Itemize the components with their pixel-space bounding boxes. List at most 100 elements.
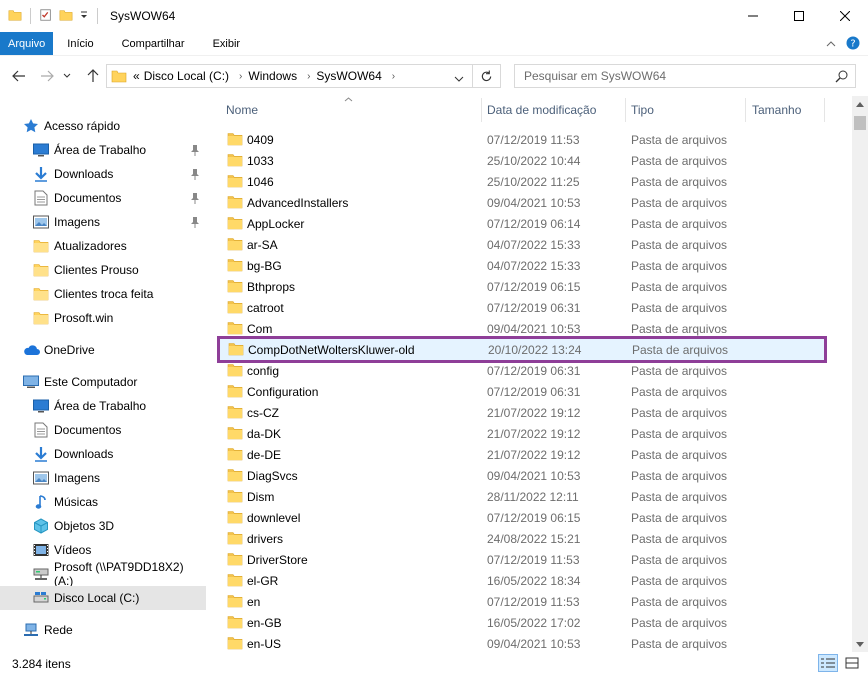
table-row[interactable]: config 07/12/2019 06:31 Pasta de arquivos (219, 360, 819, 381)
customize-toolbar-icon[interactable] (79, 9, 89, 23)
table-row[interactable]: en-GB 16/05/2022 17:02 Pasta de arquivos (219, 612, 819, 633)
scroll-up-icon[interactable] (852, 96, 868, 112)
table-row[interactable]: el-GR 16/05/2022 18:34 Pasta de arquivos (219, 570, 819, 591)
file-date: 04/07/2022 15:33 (487, 237, 581, 252)
sidebar-item[interactable]: Objetos 3D (0, 514, 206, 538)
sidebar-item[interactable]: Documentos (0, 186, 206, 210)
table-row[interactable]: DriverStore 07/12/2019 11:53 Pasta de arqu… (219, 549, 819, 570)
column-header-date[interactable]: Data de modificação (487, 96, 596, 124)
tab-exibir[interactable]: Exibir (199, 32, 255, 55)
chevron-right-icon[interactable]: › (307, 71, 310, 82)
sidebar-item[interactable]: Prosoft (\\PAT9DD18X2) (A:) (0, 560, 206, 588)
sidebar-item[interactable]: OneDrive (0, 338, 206, 362)
tab-inicio[interactable]: Início (53, 32, 107, 55)
sidebar-item[interactable]: Imagens (0, 210, 206, 234)
vertical-scrollbar[interactable] (852, 96, 868, 652)
file-type: Pasta de arquivos (631, 174, 728, 189)
file-type: Pasta de arquivos (631, 615, 728, 630)
table-row[interactable]: ar-SA 04/07/2022 15:33 Pasta de arquivos (219, 234, 819, 255)
scrollbar-thumb[interactable] (854, 116, 866, 130)
minimize-button[interactable] (730, 0, 776, 32)
table-row[interactable]: AppLocker 07/12/2019 06:14 Pasta de arquiv… (219, 213, 819, 234)
sidebar-item[interactable]: Documentos (0, 418, 206, 442)
sidebar-item[interactable]: Clientes troca feita (0, 282, 206, 306)
sidebar-item[interactable]: Clientes Prouso (0, 258, 206, 282)
table-row[interactable]: da-DK 21/07/2022 19:12 Pasta de arquivos (219, 423, 819, 444)
table-row[interactable]: Dism 28/11/2022 12:11 Pasta de arquivos (219, 486, 819, 507)
table-row[interactable]: Bthprops 07/12/2019 06:15 Pasta de arquivo… (219, 276, 819, 297)
network-icon (22, 622, 40, 638)
table-row[interactable]: bg-BG 04/07/2022 15:33 Pasta de arquivos (219, 255, 819, 276)
column-header-type[interactable]: Tipo (631, 96, 654, 124)
pin-icon[interactable] (190, 144, 200, 159)
properties-icon[interactable] (39, 8, 53, 25)
file-date: 20/10/2022 13:24 (488, 342, 582, 357)
new-folder-icon[interactable] (59, 8, 73, 25)
breadcrumb-disk[interactable]: Disco Local (C:) (144, 69, 229, 83)
sidebar-item[interactable]: Prosoft.win (0, 306, 206, 330)
table-row[interactable]: Com 09/04/2021 10:53 Pasta de arquivos (219, 318, 819, 339)
recent-locations-button[interactable] (60, 65, 74, 87)
table-row[interactable]: downlevel 07/12/2019 06:15 Pasta de arquiv… (219, 507, 819, 528)
up-button[interactable] (82, 65, 104, 87)
close-button[interactable] (822, 0, 868, 32)
table-row[interactable]: Configuration 07/12/2019 06:31 Pasta de ar… (219, 381, 819, 402)
expand-ribbon-icon[interactable] (826, 37, 836, 51)
column-header-size[interactable]: Tamanho (752, 96, 801, 124)
column-header-name[interactable]: Nome (226, 96, 258, 124)
sidebar-item[interactable]: Rede (0, 618, 206, 642)
sidebar-item[interactable]: Área de Trabalho (0, 138, 206, 162)
refresh-button[interactable] (473, 64, 501, 88)
table-row[interactable]: en 07/12/2019 11:53 Pasta de arquivos (219, 591, 819, 612)
sidebar-item[interactable]: Este Computador (0, 370, 206, 394)
folder-icon (227, 405, 243, 422)
back-button[interactable] (8, 65, 30, 87)
folder-icon (111, 69, 127, 83)
table-row[interactable]: catroot 07/12/2019 06:31 Pasta de arquivos (219, 297, 819, 318)
details-view-button[interactable] (818, 654, 838, 672)
file-name: Bthprops (247, 279, 296, 294)
sidebar-item[interactable]: Músicas (0, 490, 206, 514)
breadcrumb-syswow64[interactable]: SysWOW64 (316, 69, 381, 83)
maximize-button[interactable] (776, 0, 822, 32)
table-row[interactable]: 0409 07/12/2019 11:53 Pasta de arquivos (219, 129, 819, 150)
help-icon[interactable]: ? (846, 36, 860, 53)
table-row[interactable]: AdvancedInstallers 09/04/2021 10:53 Pasta … (219, 192, 819, 213)
search-input[interactable]: Pesquisar em SysWOW64 (514, 64, 856, 88)
sidebar-item[interactable]: Downloads (0, 442, 206, 466)
tab-compartilhar[interactable]: Compartilhar (108, 32, 199, 55)
file-type: Pasta de arquivos (631, 405, 728, 420)
table-row[interactable]: CompDotNetWoltersKluwer-old 20/10/2022 13… (217, 336, 827, 363)
arrow-up-icon (87, 69, 99, 82)
sidebar-item[interactable]: Área de Trabalho (0, 394, 206, 418)
table-row[interactable]: 1046 25/10/2022 11:25 Pasta de arquivos (219, 171, 819, 192)
table-row[interactable]: en-US 09/04/2021 10:53 Pasta de arquivos (219, 633, 819, 654)
file-name: CompDotNetWoltersKluwer-old (248, 342, 415, 357)
table-row[interactable]: cs-CZ 21/07/2022 19:12 Pasta de arquivos (219, 402, 819, 423)
tab-arquivo[interactable]: Arquivo (0, 32, 54, 55)
table-row[interactable]: 1033 25/10/2022 10:44 Pasta de arquivos (219, 150, 819, 171)
sidebar-item[interactable]: Disco Local (C:) (0, 586, 206, 610)
pin-icon[interactable] (190, 216, 200, 231)
sidebar-item-label: Vídeos (54, 543, 92, 557)
chevron-right-icon[interactable]: › (239, 71, 242, 82)
sidebar-item[interactable]: Vídeos (0, 538, 206, 562)
table-row[interactable]: drivers 24/08/2022 15:21 Pasta de arquivos (219, 528, 819, 549)
address-bar[interactable]: « Disco Local (C:) › Windows › SysWOW64 … (106, 64, 473, 88)
pin-icon[interactable] (190, 192, 200, 207)
sidebar-item[interactable]: Imagens (0, 466, 206, 490)
breadcrumb-windows[interactable]: Windows (248, 69, 297, 83)
table-row[interactable]: DiagSvcs 09/04/2021 10:53 Pasta de arquivo… (219, 465, 819, 486)
folder-icon (227, 174, 243, 191)
address-dropdown-icon[interactable] (454, 72, 464, 86)
sidebar-item[interactable]: Atualizadores (0, 234, 206, 258)
sidebar-item[interactable]: Downloads (0, 162, 206, 186)
table-row[interactable]: de-DE 21/07/2022 19:12 Pasta de arquivos (219, 444, 819, 465)
breadcrumb-overflow[interactable]: « (133, 69, 140, 83)
scroll-down-icon[interactable] (852, 636, 868, 652)
sidebar-item[interactable]: Acesso rápido (0, 114, 206, 138)
forward-button[interactable] (36, 65, 58, 87)
chevron-right-icon[interactable]: › (392, 71, 395, 82)
pin-icon[interactable] (190, 168, 200, 183)
large-icons-view-button[interactable] (842, 654, 862, 672)
